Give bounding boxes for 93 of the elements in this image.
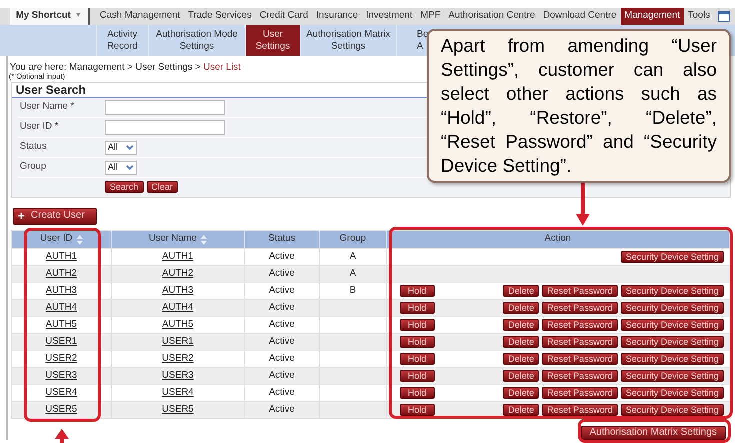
group-cell-text: A bbox=[350, 266, 356, 281]
menu-item[interactable]: Trade Services bbox=[184, 8, 256, 25]
status-cell-text: Active bbox=[269, 368, 295, 383]
menu-item[interactable]: MPF bbox=[416, 8, 445, 25]
action-button[interactable]: Security Device Setting bbox=[620, 336, 724, 348]
action-button[interactable]: Hold bbox=[400, 319, 435, 331]
action-button[interactable]: Hold bbox=[400, 387, 435, 399]
action-button[interactable]: Hold bbox=[400, 336, 435, 348]
action-button[interactable]: Reset Password bbox=[542, 336, 618, 348]
sub-menu-tab[interactable]: Activity Record bbox=[96, 25, 148, 56]
user-name-link[interactable]: USER4 bbox=[162, 386, 194, 400]
user-id-link[interactable]: USER4 bbox=[46, 386, 78, 400]
action-button[interactable]: Reset Password bbox=[542, 387, 618, 399]
group-cell-text: B bbox=[350, 284, 356, 298]
field-label: Group bbox=[19, 160, 48, 174]
user-id-link[interactable]: AUTH1 bbox=[46, 250, 78, 264]
field-label: Status bbox=[19, 140, 48, 154]
action-button[interactable]: Delete bbox=[503, 336, 540, 348]
user-name-link[interactable]: USER5 bbox=[162, 402, 194, 418]
user-id-link[interactable]: AUTH3 bbox=[46, 284, 78, 298]
status-cell-text: Active bbox=[269, 250, 295, 264]
group-cell-text: A bbox=[350, 250, 356, 264]
user-name-link[interactable]: AUTH5 bbox=[162, 318, 194, 332]
action-button[interactable]: Security Device Setting bbox=[620, 353, 724, 365]
user-name-link[interactable]: USER1 bbox=[162, 334, 194, 350]
action-button[interactable]: Hold bbox=[400, 302, 435, 314]
user-name-link[interactable]: AUTH3 bbox=[162, 284, 194, 298]
status-cell-text: Active bbox=[269, 300, 295, 315]
action-button[interactable]: Delete bbox=[503, 285, 540, 297]
menu-item[interactable]: Insurance bbox=[312, 8, 362, 25]
status-cell-text: Active bbox=[269, 352, 295, 366]
action-button[interactable]: Reset Password bbox=[542, 370, 618, 382]
callout: Apart from amending “User Settings”, customer can also select other actions such as “Hold”, “Restore”, “Delete”, “Reset Password” and “Security Device Setting”. bbox=[427, 29, 731, 183]
menu-item[interactable]: Cash Management bbox=[96, 8, 184, 25]
status-cell-text: Active bbox=[269, 318, 295, 332]
create-user-button[interactable]: + Create User bbox=[13, 208, 97, 224]
action-button[interactable]: Security Device Setting bbox=[620, 251, 724, 263]
status-cell-text: Active bbox=[269, 284, 295, 298]
action-button[interactable]: Hold bbox=[400, 404, 435, 416]
action-button[interactable]: Delete bbox=[503, 387, 540, 399]
action-button[interactable]: Reset Password bbox=[542, 302, 618, 314]
menu-item[interactable]: Authorisation Centre bbox=[444, 8, 540, 25]
action-button[interactable]: Delete bbox=[503, 319, 540, 331]
breadcrumb: You are here: Management > User Settings > User List bbox=[10, 62, 241, 73]
user-name-link[interactable]: AUTH4 bbox=[162, 300, 194, 316]
action-button[interactable]: Reset Password bbox=[542, 319, 618, 331]
user-id-link[interactable]: USER2 bbox=[46, 352, 78, 366]
action-button[interactable]: Delete bbox=[503, 302, 540, 314]
search-panel-button[interactable]: Clear bbox=[146, 181, 178, 193]
action-button[interactable]: Hold bbox=[400, 353, 435, 365]
status-cell-text: Active bbox=[269, 386, 295, 400]
user-name-link[interactable]: USER2 bbox=[162, 352, 194, 366]
field-label: User Name * bbox=[19, 100, 76, 114]
action-button[interactable]: Security Device Setting bbox=[620, 404, 724, 416]
menu-item[interactable]: Tools bbox=[684, 8, 714, 25]
user-id-link[interactable]: USER5 bbox=[46, 402, 78, 418]
menu-item[interactable]: Investment bbox=[362, 8, 417, 25]
action-button[interactable]: Delete bbox=[503, 370, 540, 382]
user-name-link[interactable]: AUTH1 bbox=[162, 250, 194, 264]
user-id-link[interactable]: AUTH2 bbox=[46, 266, 78, 282]
user-id-link[interactable]: AUTH4 bbox=[46, 300, 78, 316]
field-label: User ID * bbox=[19, 120, 60, 134]
action-button[interactable]: Reset Password bbox=[542, 353, 618, 365]
status-cell-text: Active bbox=[269, 402, 295, 417]
dropdown[interactable]: All bbox=[105, 160, 138, 174]
menu-item[interactable]: Credit Card bbox=[256, 8, 312, 25]
status-cell-text: Active bbox=[269, 334, 295, 349]
user-name-link[interactable]: USER3 bbox=[162, 368, 194, 384]
action-button[interactable]: Security Device Setting bbox=[620, 319, 724, 331]
action-button[interactable]: Security Device Setting bbox=[620, 302, 724, 314]
dropdown[interactable]: All bbox=[105, 140, 138, 154]
user-name-link[interactable]: AUTH2 bbox=[162, 266, 194, 282]
sub-menu-tab[interactable]: User Settings bbox=[245, 25, 300, 56]
action-button[interactable]: Hold bbox=[400, 285, 435, 297]
action-button[interactable]: Delete bbox=[503, 353, 540, 365]
user-id-link[interactable]: USER3 bbox=[46, 368, 78, 384]
action-button[interactable]: Security Device Setting bbox=[620, 285, 724, 297]
action-button[interactable]: Security Device Setting bbox=[620, 387, 724, 399]
matrix-settings-button[interactable]: Authorisation Matrix Settings bbox=[580, 426, 726, 440]
menu-item[interactable]: Management bbox=[620, 8, 684, 25]
status-cell-text: Active bbox=[269, 266, 295, 281]
search-panel-button[interactable]: Search bbox=[105, 181, 144, 193]
panel-title: User Search bbox=[16, 82, 86, 99]
user-id-link[interactable]: AUTH5 bbox=[46, 318, 78, 332]
action-button[interactable]: Delete bbox=[503, 404, 540, 416]
sub-menu-tab[interactable]: Be A bbox=[396, 25, 426, 56]
menu-item[interactable]: Download Centre bbox=[539, 8, 621, 25]
sub-menu-tab[interactable]: Authorisation Matrix Settings bbox=[300, 25, 396, 56]
action-button[interactable]: Hold bbox=[400, 370, 435, 382]
action-button[interactable]: Reset Password bbox=[542, 285, 618, 297]
action-button[interactable]: Security Device Setting bbox=[620, 370, 724, 382]
action-button[interactable]: Reset Password bbox=[542, 404, 618, 416]
user-id-link[interactable]: USER1 bbox=[46, 334, 78, 350]
